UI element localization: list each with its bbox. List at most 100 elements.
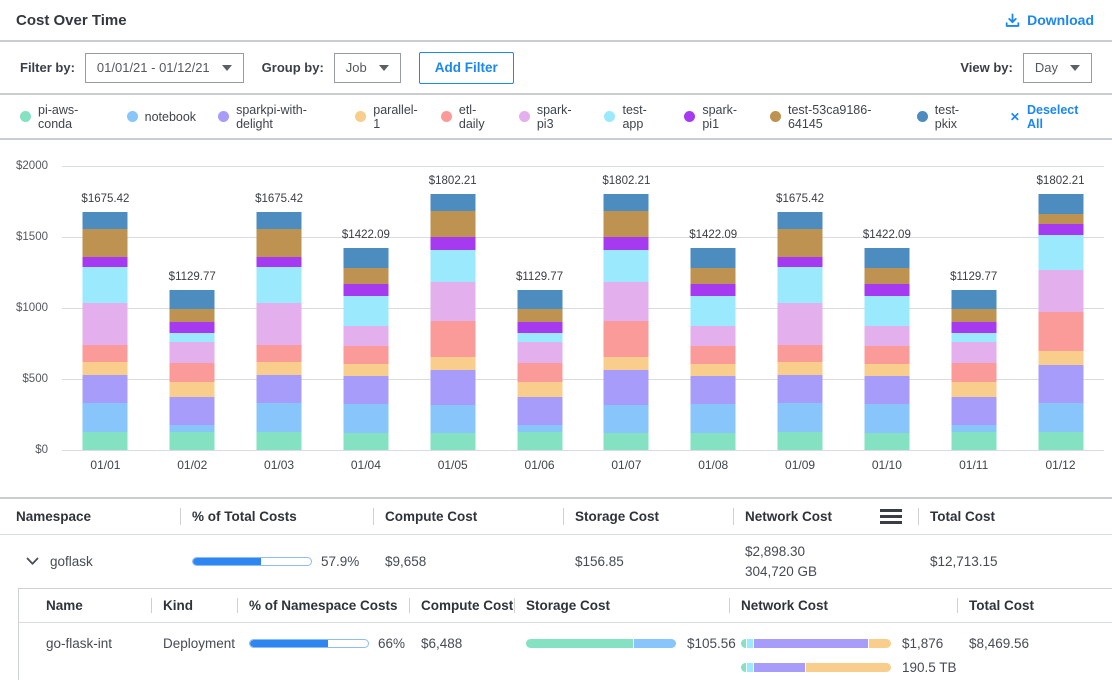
legend-label: etl-daily xyxy=(459,103,497,131)
bar-stack xyxy=(257,212,302,450)
date-range-select[interactable]: 01/01/21 - 01/12/21 xyxy=(85,53,244,83)
segment-test-app xyxy=(170,333,215,342)
legend-dot xyxy=(441,111,452,122)
segment-spark-pi3 xyxy=(691,326,736,346)
bar-01/04[interactable]: $1422.0901/04 xyxy=(322,166,409,450)
add-filter-button[interactable]: Add Filter xyxy=(419,52,514,84)
segment-spark-pi1 xyxy=(604,237,649,250)
segment-pi-aws-conda xyxy=(691,433,736,450)
legend-label: parallel-1 xyxy=(373,103,419,131)
segment-test-53ca9186-64145 xyxy=(951,309,996,322)
segment-parallel-1 xyxy=(1038,351,1083,365)
segment-test-53ca9186-64145 xyxy=(170,309,215,322)
segment-test-app xyxy=(691,296,736,326)
segment-etl-daily xyxy=(83,345,128,363)
segment-test-pkix xyxy=(343,248,388,268)
workload-name: go-flask-int xyxy=(19,636,151,680)
segment-etl-daily xyxy=(1038,312,1083,351)
legend-item-sparkpi-with-delight[interactable]: sparkpi-with-delight xyxy=(218,103,333,131)
segment-notebook xyxy=(257,403,302,432)
storage-cost-cell: $105.56 xyxy=(514,636,729,680)
segment-test-pkix xyxy=(83,212,128,229)
pct-namespace-costs-value: 66% xyxy=(378,636,405,651)
x-axis-label: 01/04 xyxy=(322,458,409,472)
bar-01/07[interactable]: $1802.2101/07 xyxy=(583,166,670,450)
col-network-cost: Network Cost xyxy=(733,499,918,534)
segment-spark-pi3 xyxy=(1038,270,1083,312)
filter-toolbar: Filter by: 01/01/21 - 01/12/21 Group by:… xyxy=(0,42,1112,95)
bar-01/08[interactable]: $1422.0901/08 xyxy=(670,166,757,450)
y-axis-tick: $1500 xyxy=(0,231,48,243)
bar-total-label: $1802.21 xyxy=(602,175,650,187)
segment-pi-aws-conda xyxy=(343,433,388,450)
segment-notebook xyxy=(517,425,562,432)
workload-row-go-flask-int[interactable]: go-flask-int Deployment 66% $6,488 $105.… xyxy=(19,623,1112,680)
segment-test-53ca9186-64145 xyxy=(864,268,909,284)
bar-01/05[interactable]: $1802.2101/05 xyxy=(409,166,496,450)
segment-parallel-1 xyxy=(517,382,562,396)
column-settings-icon[interactable] xyxy=(880,509,902,524)
storage-cost-bar xyxy=(526,639,676,648)
cost-over-time-chart: $1675.4201/01$1129.7701/02$1675.4201/03$… xyxy=(0,140,1112,497)
deselect-all-button[interactable]: ✕ Deselect All xyxy=(1010,103,1092,131)
legend-item-test-pkix[interactable]: test-pkix xyxy=(917,103,976,131)
bar-segment xyxy=(634,639,676,648)
segment-spark-pi1 xyxy=(517,322,562,333)
segment-pi-aws-conda xyxy=(951,432,996,450)
segment-test-pkix xyxy=(778,212,823,229)
legend-item-parallel-1[interactable]: parallel-1 xyxy=(355,103,419,131)
segment-test-53ca9186-64145 xyxy=(1038,214,1083,224)
group-by-select[interactable]: Job xyxy=(334,53,401,83)
legend-item-spark-pi3[interactable]: spark-pi3 xyxy=(519,103,583,131)
x-axis-label: 01/09 xyxy=(757,458,844,472)
x-axis-label: 01/02 xyxy=(149,458,236,472)
view-by-select[interactable]: Day xyxy=(1023,53,1092,83)
segment-spark-pi1 xyxy=(170,322,215,333)
legend-dot xyxy=(218,111,229,122)
segment-spark-pi3 xyxy=(778,303,823,344)
bar-segment xyxy=(747,639,753,648)
namespace-expand-toggle[interactable]: goflask xyxy=(0,554,180,569)
segment-test-pkix xyxy=(257,212,302,229)
segment-pi-aws-conda xyxy=(430,433,475,450)
bar-01/01[interactable]: $1675.4201/01 xyxy=(62,166,149,450)
segment-spark-pi3 xyxy=(864,326,909,346)
namespace-table-header: Namespace % of Total Costs Compute Cost … xyxy=(0,497,1112,535)
bar-segment xyxy=(747,663,753,672)
segment-pi-aws-conda xyxy=(170,432,215,450)
y-axis-tick: $2000 xyxy=(0,160,48,172)
x-axis-label: 01/03 xyxy=(236,458,323,472)
view-by-value: Day xyxy=(1035,60,1058,75)
col-total-cost: Total Cost xyxy=(957,589,1112,622)
col-kind: Kind xyxy=(151,589,237,622)
bar-total-label: $1675.42 xyxy=(81,193,129,205)
pct-namespace-costs-cell: 66% xyxy=(237,636,409,680)
legend-label: spark-pi3 xyxy=(537,103,583,131)
bar-01/06[interactable]: $1129.7701/06 xyxy=(496,166,583,450)
bar-01/09[interactable]: $1675.4201/09 xyxy=(757,166,844,450)
namespace-row-goflask[interactable]: goflask 57.9% $9,658 $156.85 $2,898.30 3… xyxy=(0,535,1112,588)
bar-slots: $1675.4201/01$1129.7701/02$1675.4201/03$… xyxy=(62,166,1104,450)
segment-pi-aws-conda xyxy=(864,433,909,450)
legend-item-spark-pi1[interactable]: spark-pi1 xyxy=(684,103,748,131)
legend-item-etl-daily[interactable]: etl-daily xyxy=(441,103,497,131)
bar-01/03[interactable]: $1675.4201/03 xyxy=(236,166,323,450)
segment-sparkpi-with-delight xyxy=(83,375,128,403)
segment-sparkpi-with-delight xyxy=(170,397,215,425)
bar-01/12[interactable]: $1802.2101/12 xyxy=(1017,166,1104,450)
bar-01/10[interactable]: $1422.0901/10 xyxy=(843,166,930,450)
segment-sparkpi-with-delight xyxy=(604,370,649,405)
bar-01/11[interactable]: $1129.7701/11 xyxy=(930,166,1017,450)
bar-01/02[interactable]: $1129.7701/02 xyxy=(149,166,236,450)
legend-item-test-app[interactable]: test-app xyxy=(604,103,662,131)
segment-sparkpi-with-delight xyxy=(343,376,388,404)
legend-item-test-53ca9186-64145[interactable]: test-53ca9186-64145 xyxy=(770,103,895,131)
segment-test-pkix xyxy=(691,248,736,268)
x-axis-label: 01/08 xyxy=(670,458,757,472)
download-button[interactable]: Download xyxy=(1005,12,1094,28)
bar-stack xyxy=(170,290,215,450)
group-by-value: Job xyxy=(346,60,367,75)
legend-item-notebook[interactable]: notebook xyxy=(127,110,196,124)
legend-item-pi-aws-conda[interactable]: pi-aws-conda xyxy=(20,103,105,131)
segment-spark-pi3 xyxy=(343,326,388,346)
